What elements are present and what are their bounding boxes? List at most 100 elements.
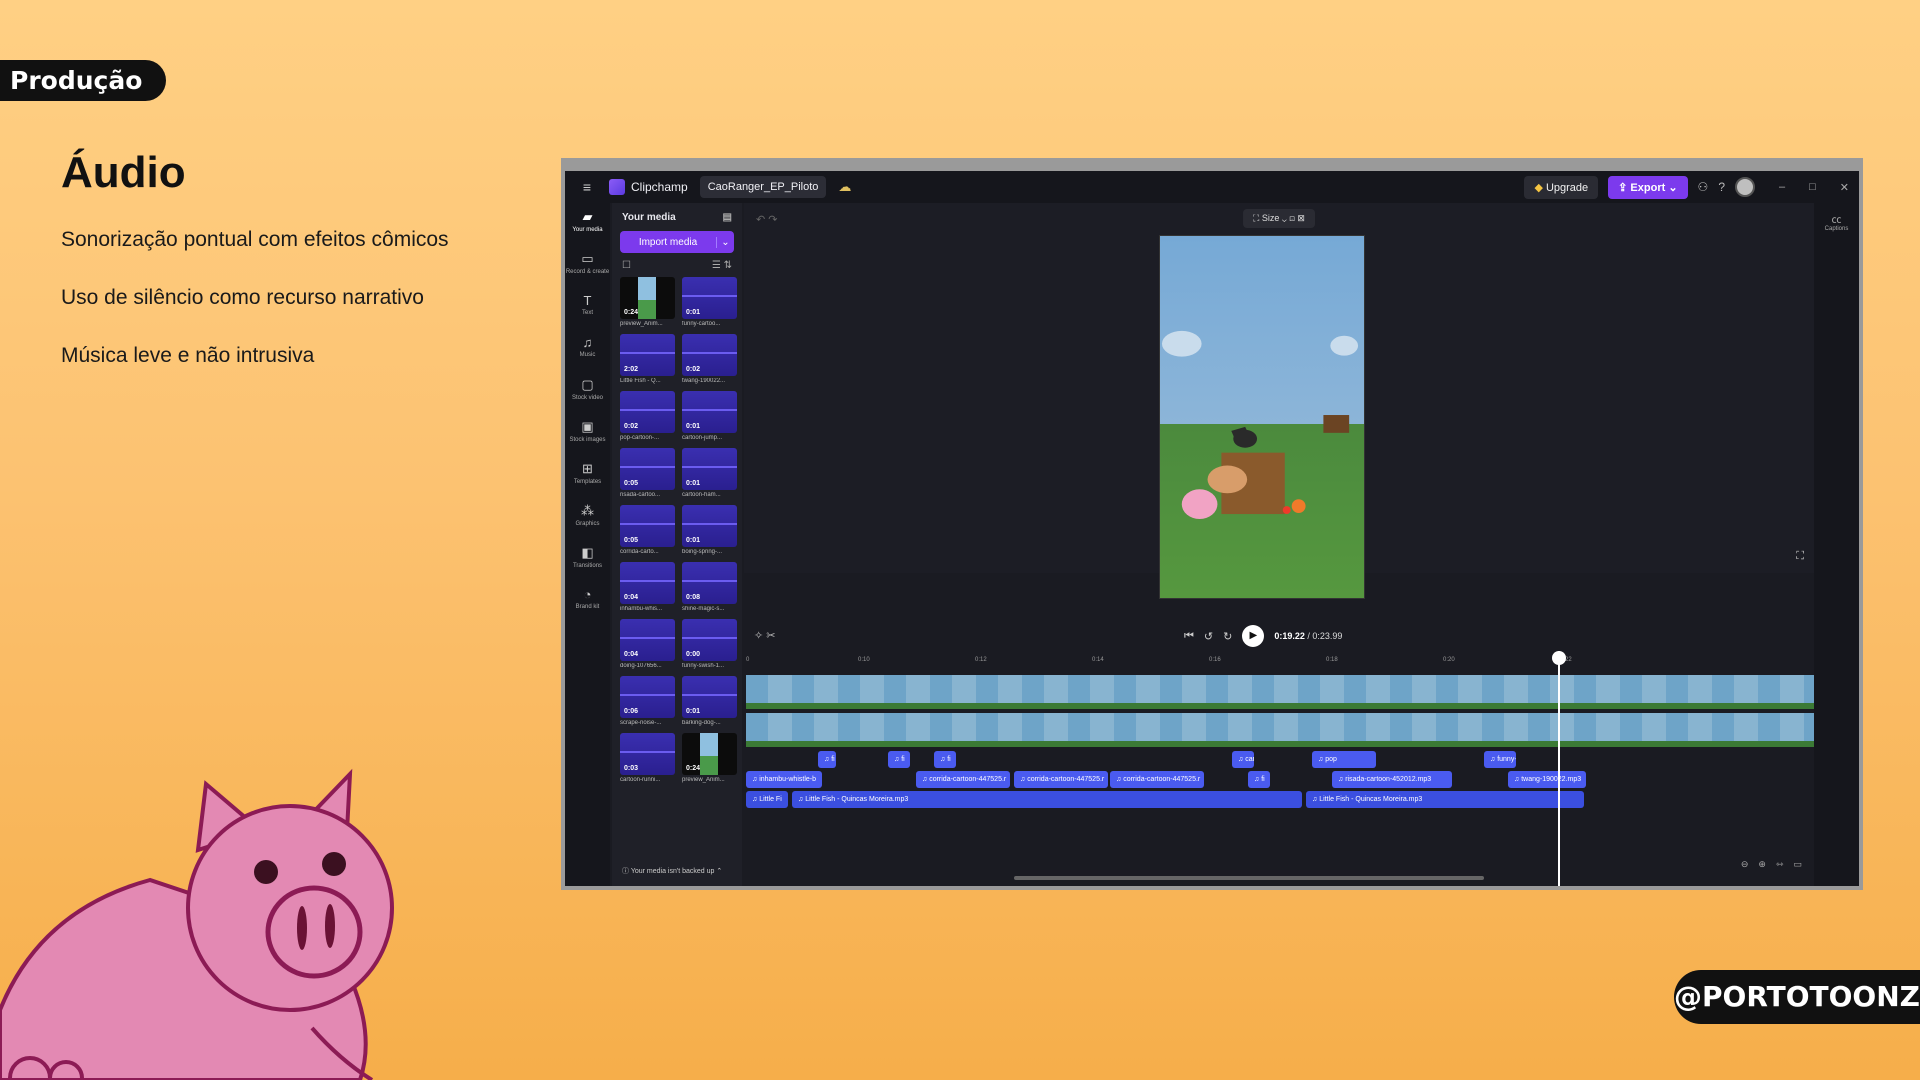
zoom-in-icon[interactable]: ⊕	[1758, 859, 1766, 870]
audio-thumbnail[interactable]: 0:05	[620, 505, 675, 547]
help-icon[interactable]: ?	[1718, 180, 1725, 194]
audio-clip[interactable]: ♫ fi	[934, 751, 956, 768]
video-track-1[interactable]	[746, 675, 1814, 709]
audio-clip[interactable]: ♫ fi	[888, 751, 910, 768]
nav-record-create[interactable]: ▭ Record & create	[565, 245, 610, 287]
nav-text[interactable]: T Text	[565, 287, 610, 329]
nav-label: Your media	[572, 227, 603, 233]
audio-thumbnail[interactable]: 0:04	[620, 619, 675, 661]
select-all-checkbox[interactable]: ☐	[622, 260, 631, 271]
sort-icon[interactable]: ☰ ⇅	[712, 260, 732, 271]
media-item[interactable]: 0:06 scrape-noise-...	[620, 676, 675, 726]
timeline-ruler[interactable]: 0 0:10 0:12 0:14 0:16 0:18 0:20 0:22	[744, 651, 1814, 675]
export-button[interactable]: ⇪ Export ⌄	[1608, 175, 1688, 199]
magic-cut-icon[interactable]: ✧ ✂	[754, 629, 776, 642]
minimize-icon[interactable]: –	[1779, 181, 1785, 193]
audio-clip[interactable]: ♫ twang-190022.mp3	[1508, 771, 1586, 788]
video-track-2[interactable]	[746, 713, 1814, 747]
audio-clip[interactable]: ♫ corrida-cartoon-447525.r	[916, 771, 1010, 788]
audio-thumbnail[interactable]: 0:02	[682, 334, 737, 376]
audio-thumbnail[interactable]: 0:03	[620, 733, 675, 775]
audio-thumbnail[interactable]: 0:08	[682, 562, 737, 604]
audio-clip[interactable]: ♫ corrida-cartoon-447525.r	[1110, 771, 1204, 788]
playhead[interactable]	[1552, 651, 1566, 886]
panel-toggle-icon[interactable]: ▤	[723, 212, 732, 223]
media-item[interactable]: 0:01 funny-cartoo...	[682, 277, 737, 327]
undo-redo-icon[interactable]: ↶ ↷	[756, 213, 778, 226]
canvas-toolbar[interactable]: ⛶ Size ⌄ ⊡ ⊠	[1243, 209, 1315, 228]
audio-thumbnail[interactable]: 0:05	[620, 448, 675, 490]
media-item[interactable]: 0:03 cartoon-runni...	[620, 733, 675, 783]
audio-clip[interactable]: ♫ funny-cartoon	[1484, 751, 1516, 768]
captions-button[interactable]: ㏄ Captions	[1814, 211, 1859, 232]
audio-thumbnail[interactable]: 0:01	[682, 391, 737, 433]
nav-graphics[interactable]: ⁂ Graphics	[565, 497, 610, 539]
nav-stock-images[interactable]: ▣ Stock images	[565, 413, 610, 455]
audio-thumbnail[interactable]: 0:00	[682, 619, 737, 661]
audio-thumbnail[interactable]: 0:01	[682, 277, 737, 319]
media-item[interactable]: 0:01 barking-dog-...	[682, 676, 737, 726]
audio-clip[interactable]: ♫ pop	[1312, 751, 1376, 768]
fullscreen-icon[interactable]: ⛶	[1796, 550, 1804, 563]
media-item[interactable]: 0:05 risada-cartoo...	[620, 448, 675, 498]
nav-brand-kit[interactable]: ◔ Brand kit	[565, 581, 610, 623]
audio-thumbnail[interactable]: 0:01	[682, 505, 737, 547]
cloud-sync-icon[interactable]: ☁	[838, 179, 851, 195]
backup-notice[interactable]: ⓘ Your media isn't backed up ⌃	[622, 866, 722, 876]
media-item[interactable]: 0:04 inhambu-whis...	[620, 562, 675, 612]
audio-thumbnail[interactable]: 0:06	[620, 676, 675, 718]
nav-music[interactable]: ♫ Music	[565, 329, 610, 371]
media-item[interactable]: 0:08 shine-magic-s...	[682, 562, 737, 612]
fit-icon[interactable]: ⇿	[1776, 859, 1784, 870]
audio-clip[interactable]: ♫ inhambu-whistle-b	[746, 771, 822, 788]
upgrade-button[interactable]: ◆ Upgrade	[1524, 175, 1599, 199]
skip-back-icon[interactable]: ⏮	[1184, 630, 1194, 643]
audio-clip[interactable]: ♫ fi	[818, 751, 836, 768]
timeline-view-icon[interactable]: ▭	[1793, 859, 1802, 870]
audio-clip[interactable]: ♫ Little Fish - Quincas Moreira.mp3	[1306, 791, 1584, 808]
audio-clip[interactable]: ♫ corrida-cartoon-447525.r	[1014, 771, 1108, 788]
video-thumbnail[interactable]: 0:24	[682, 733, 737, 775]
share-icon[interactable]: ⚇	[1698, 180, 1709, 194]
video-thumbnail[interactable]: 0:24	[620, 277, 675, 319]
media-item[interactable]: 0:04 doing-107656...	[620, 619, 675, 669]
nav-transitions[interactable]: ◧ Transitions	[565, 539, 610, 581]
media-duration: 0:01	[686, 480, 701, 487]
audio-thumbnail[interactable]: 2:02	[620, 334, 675, 376]
avatar[interactable]	[1735, 177, 1755, 197]
project-name-field[interactable]: CaoRanger_EP_Piloto	[699, 176, 827, 198]
audio-thumbnail[interactable]: 0:01	[682, 448, 737, 490]
audio-thumbnail[interactable]: 0:04	[620, 562, 675, 604]
audio-clip[interactable]: ♫ Little Fi	[746, 791, 788, 808]
nav-templates[interactable]: ⊞ Templates	[565, 455, 610, 497]
play-button[interactable]: ▶	[1242, 625, 1265, 647]
rewind-icon[interactable]: ↺	[1204, 630, 1213, 643]
audio-thumbnail[interactable]: 0:01	[682, 676, 737, 718]
media-item[interactable]: 0:05 corrida-carto...	[620, 505, 675, 555]
media-item[interactable]: 0:24 preview_Anim...	[620, 277, 675, 327]
hamburger-menu-icon[interactable]: ≡	[565, 179, 609, 195]
media-item[interactable]: 0:02 twang-190022...	[682, 334, 737, 384]
timeline-scrollbar[interactable]	[1014, 876, 1484, 880]
import-media-button[interactable]: Import media ⌄	[620, 231, 734, 253]
audio-clip[interactable]: ♫ risada-cartoon-452012.mp3	[1332, 771, 1452, 788]
media-item[interactable]: 2:02 Little Fish - Q...	[620, 334, 675, 384]
nav-your-media[interactable]: ▰ Your media	[565, 203, 610, 245]
maximize-icon[interactable]: □	[1809, 181, 1816, 193]
media-item[interactable]: 0:24 preview_Anim...	[682, 733, 737, 783]
video-preview[interactable]	[1159, 235, 1365, 599]
audio-clip[interactable]: ♫ fi	[1248, 771, 1270, 788]
media-item[interactable]: 0:01 boing-spring-...	[682, 505, 737, 555]
media-item[interactable]: 0:00 funny-swish-1...	[682, 619, 737, 669]
audio-clip[interactable]: ♫ cartoon-hamm	[1232, 751, 1254, 768]
media-item[interactable]: 0:01 cartoon-ham...	[682, 448, 737, 498]
nav-stock-video[interactable]: ▢ Stock video	[565, 371, 610, 413]
forward-icon[interactable]: ↻	[1223, 630, 1232, 643]
close-icon[interactable]: ✕	[1840, 181, 1849, 194]
chevron-down-icon[interactable]: ⌄	[716, 236, 734, 248]
media-item[interactable]: 0:02 pop-cartoon-...	[620, 391, 675, 441]
audio-thumbnail[interactable]: 0:02	[620, 391, 675, 433]
media-item[interactable]: 0:01 cartoon-jump...	[682, 391, 737, 441]
audio-clip[interactable]: ♫ Little Fish - Quincas Moreira.mp3	[792, 791, 1302, 808]
zoom-out-icon[interactable]: ⊖	[1741, 859, 1749, 870]
